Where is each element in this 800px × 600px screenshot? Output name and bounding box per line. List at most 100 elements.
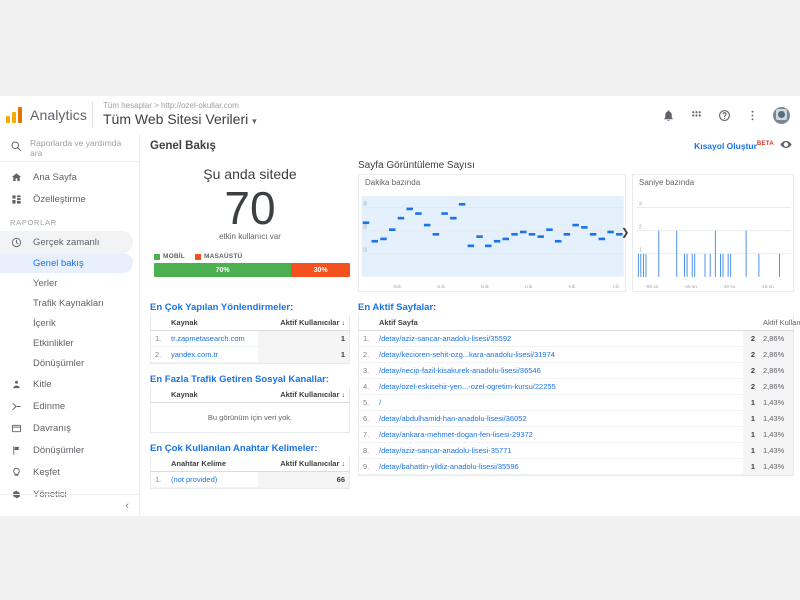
create-shortcut-button[interactable]: Kısayol OluşturBETA [694,141,774,151]
col-active-users[interactable]: Aktif Kullanıcılar ↓ [258,387,349,403]
sidebar-item-ana-sayfa[interactable]: Ana Sayfa [0,166,139,188]
header-actions [661,106,792,124]
row-source[interactable]: yandex.com.tr [167,346,258,363]
table-row[interactable]: 1./detay/aziz-sancar-anadolu-lisesi/3559… [359,330,793,347]
row-page[interactable]: /detay/aziz-sancar-anadolu-lisesi/35592 [375,330,743,347]
row-page[interactable]: /detay/kecioren-sehit-ozg...kara-anadolu… [375,346,743,363]
sidebar-item-kitle[interactable]: Kitle [0,373,139,395]
more-options-icon[interactable] [745,108,760,123]
clock-icon [10,236,23,249]
col-source[interactable]: Kaynak [167,315,258,331]
row-page[interactable]: /detay/aziz-sancar-anadolu-lisesi-35771 [375,442,743,459]
col-active-users[interactable]: Aktif Kullanıcılar ↓ [258,315,349,331]
row-users: 66 [258,471,349,488]
sidebar-item-kesfet[interactable]: Keşfet [0,461,139,483]
help-icon[interactable] [717,108,732,123]
sidebar-item-label: Ana Sayfa [33,171,77,183]
row-page[interactable]: /detay/necip-fazil-kisakurek-anadolu-lis… [375,362,743,379]
table-row[interactable]: 7./detay/ankara-mehmet-dogan-fen-lisesi-… [359,426,793,443]
table-row[interactable]: 2./detay/kecioren-sehit-ozg...kara-anado… [359,346,793,363]
table-row[interactable]: 2. yandex.com.tr 1 [151,346,349,363]
svg-text:-15 sn.: -15 sn. [761,284,775,289]
sidebar-item-edinme[interactable]: Edinme [0,395,139,417]
table-empty-row: Bu görünüm için veri yok. [151,403,349,433]
table-row[interactable]: 4./detay/ozel-eskisehir-yen...-ozel-ogre… [359,378,793,395]
property-name[interactable]: Tüm Web Sitesi Verileri ▾ [103,111,661,129]
svg-text:-11 dk.: -11 dk. [524,283,533,289]
search-input[interactable]: Raporlarda ve yardımda ara [0,134,139,162]
apps-grid-icon[interactable] [689,108,704,123]
row-index: 7. [359,426,375,443]
active-pages-table: Aktif Sayfa Aktif Kullanıcılar ↓ 1./deta… [359,315,800,475]
chart-per-second[interactable]: Saniye bazında 1 2 3 -60 sn. -45 sn. -30 sn. -… [632,174,794,292]
sidebar-collapse-button[interactable]: ‹ [0,494,139,516]
row-index: 3. [359,362,375,379]
table-row[interactable]: 1. (not provided) 66 [151,471,349,488]
svg-text:-26 dk.: -26 dk. [392,283,401,289]
chart-per-minute[interactable]: Dakika bazında 10 20 30 -26 dk. -21 dk. -16 d… [358,174,629,292]
row-keyword[interactable]: (not provided) [167,471,258,488]
legend-swatch-desktop [194,253,201,260]
table-row[interactable]: 3./detay/necip-fazil-kisakurek-anadolu-l… [359,362,793,379]
row-index: 2. [359,346,375,363]
bell-icon[interactable] [661,108,676,123]
row-source[interactable]: tr.zapmetasearch.com [167,330,258,347]
keywords-panel: En Çok Kullanılan Anahtar Kelimeler: Ana… [150,443,350,489]
pageviews-title: Sayfa Görüntüleme Sayısı [358,160,475,171]
col-active-users-label: Aktif Kullanıcılar [280,318,340,327]
header-divider [92,102,93,128]
svg-text:2: 2 [639,225,642,231]
avatar[interactable] [773,106,790,124]
active-users-value: 70 [224,182,276,234]
row-page[interactable]: /detay/bahattin-yildiz-anadolu-lisesi/35… [375,458,743,475]
search-placeholder: Raporlarda ve yardımda ara [30,137,122,158]
letterbox-bottom [0,516,800,600]
table-row[interactable]: 1. tr.zapmetasearch.com 1 [151,330,349,347]
row-index: 5. [359,394,375,411]
sidebar-subitem-icerik[interactable]: İçerik [0,313,139,333]
row-page[interactable]: /detay/ankara-mehmet-dogan-fen-lisesi-29… [375,426,743,443]
row-page[interactable]: /detay/abdulhamid-han-anadolu-lisesi/360… [375,410,743,427]
sidebar-item-davranis[interactable]: Davranış [0,417,139,439]
referrals-rows: 1. tr.zapmetasearch.com 1 2. yandex.com.… [151,330,349,363]
sort-desc-icon: ↓ [341,392,346,399]
sidebar-item-gercek-zamanli[interactable]: Gerçek zamanlı [0,231,133,253]
sidebar-item-ozellestirme[interactable]: Özelleştirme [0,188,139,210]
table-row[interactable]: 5./1 1,43% [359,394,793,411]
keywords-table-wrap: Anahtar Kelime Aktif Kullanıcılar ↓ 1. (… [150,456,350,489]
analytics-logo-link[interactable]: Analytics [6,107,88,123]
col-page[interactable]: Aktif Sayfa [375,315,743,331]
chart-next-icon[interactable]: ❯ [621,228,629,239]
col-source[interactable]: Kaynak [167,387,258,403]
sort-desc-icon: ↓ [341,461,346,468]
property-label: Tüm Web Sitesi Verileri [103,111,249,127]
col-active-users[interactable]: Aktif Kullanıcılar ↓ [258,456,349,472]
row-pct: 1,43% [759,394,793,411]
account-selector[interactable]: Tüm hesaplar > http://ozel-okullar.com T… [103,101,661,129]
col-active-users-label: Aktif Kullanıcılar [763,318,800,327]
row-pct: 2,86% [759,378,793,395]
legend-item-mobile: MOBİL [154,253,185,260]
row-page[interactable]: / [375,394,743,411]
legend-label-mobile: MOBİL [163,253,185,260]
empty-message: Bu görünüm için veri yok. [207,413,293,422]
sidebar-item-label: Davranış [33,422,72,434]
eye-icon[interactable] [780,140,792,152]
col-active-users[interactable]: Aktif Kullanıcılar ↓ [759,315,800,331]
row-page[interactable]: /detay/ozel-eskisehir-yen...-ozel-ogreti… [375,378,743,395]
sidebar-subitem-trafik-kaynaklari[interactable]: Trafik Kaynakları [0,293,139,313]
sidebar-subitem-yerler[interactable]: Yerler [0,273,139,293]
row-index: 2. [151,346,167,363]
col-keyword[interactable]: Anahtar Kelime [167,456,258,472]
table-header-row: Kaynak Aktif Kullanıcılar ↓ [151,387,349,403]
table-row[interactable]: 9./detay/bahattin-yildiz-anadolu-lisesi/… [359,458,793,475]
sidebar-item-donusumler[interactable]: Dönüşümler [0,439,139,461]
sidebar-subitem-donusumler[interactable]: Dönüşümler [0,353,139,373]
shortcut-actions: Kısayol OluşturBETA [694,140,792,152]
sidebar-subitem-label: Etkinlikler [33,337,74,349]
sidebar-subitem-genel-bakis[interactable]: Genel bakış [0,253,133,273]
col-users-count [743,315,759,331]
table-row[interactable]: 6./detay/abdulhamid-han-anadolu-lisesi/3… [359,410,793,427]
table-row[interactable]: 8./detay/aziz-sancar-anadolu-lisesi-3577… [359,442,793,459]
sidebar-subitem-etkinlikler[interactable]: Etkinlikler [0,333,139,353]
